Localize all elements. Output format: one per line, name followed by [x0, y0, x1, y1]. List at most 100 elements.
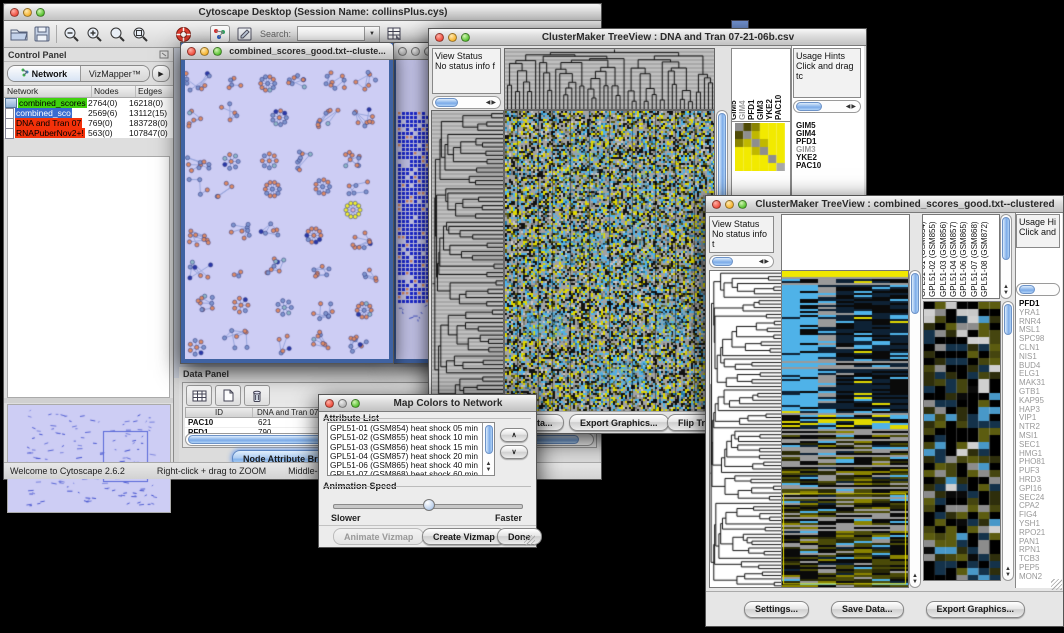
- dialog-titlebar[interactable]: Map Colors to Network: [319, 395, 536, 412]
- tab-network[interactable]: Network: [8, 66, 81, 81]
- close-button[interactable]: [712, 200, 721, 209]
- network-table-row[interactable]: DNA and Tran 07 769(0) 183728(0): [4, 118, 173, 128]
- search-dropdown-button[interactable]: ▼: [365, 26, 380, 43]
- tv1-export-graphics-button[interactable]: Export Graphics...: [569, 414, 669, 431]
- minimize-button[interactable]: [448, 33, 457, 42]
- minimize-button[interactable]: [725, 200, 734, 209]
- zoom-fit-icon[interactable]: [109, 26, 126, 43]
- delete-attribute-icon[interactable]: [244, 385, 270, 406]
- tv2-heatmap-canvas[interactable]: [781, 270, 909, 588]
- tv2-export-graphics-button[interactable]: Export Graphics...: [926, 601, 1026, 618]
- main-titlebar[interactable]: Cytoscape Desktop (Session Name: collins…: [4, 4, 601, 21]
- faster-label: Faster: [495, 513, 522, 523]
- window-controls: [4, 8, 45, 17]
- tv2-status-scrollbar[interactable]: ◀▶: [709, 255, 774, 268]
- col-nodes[interactable]: Nodes: [92, 86, 136, 97]
- zoom-selected-icon[interactable]: [132, 26, 149, 43]
- network-tree-area[interactable]: [7, 156, 170, 398]
- tv2-col-label[interactable]: GPL51-07 (GSM868): [970, 221, 979, 297]
- save-icon[interactable]: [34, 26, 50, 42]
- dialog-resize-grip[interactable]: [524, 535, 535, 546]
- tv1-col-label[interactable]: GIM4: [738, 100, 747, 120]
- tv1-column-dendrogram[interactable]: [504, 48, 715, 110]
- close-button[interactable]: [10, 8, 19, 17]
- tv2-save-data-button[interactable]: Save Data...: [831, 601, 904, 618]
- tv1-col-label[interactable]: PAC10: [774, 95, 783, 120]
- animate-vizmap-button[interactable]: Animate Vizmap: [333, 528, 424, 545]
- tv2-row-dendrogram[interactable]: [709, 270, 782, 588]
- tv2-heatmap-vscrollbar[interactable]: ▲▼: [909, 270, 921, 588]
- tv1-col-label[interactable]: YKE2: [765, 99, 774, 120]
- slider-thumb[interactable]: [423, 499, 435, 511]
- tv2-usage-scrollbar[interactable]: [1016, 283, 1060, 296]
- tv2-col-label[interactable]: GPL51-08 (GSM872): [980, 221, 989, 297]
- resize-grip[interactable]: [1051, 579, 1062, 590]
- open-icon[interactable]: [10, 26, 28, 42]
- minimize-button[interactable]: [200, 47, 209, 56]
- tv1-usage-scrollbar[interactable]: ◀▶: [793, 100, 861, 113]
- tv2-settings-button[interactable]: Settings...: [744, 601, 809, 618]
- close-button[interactable]: [435, 33, 444, 42]
- tv2-view-status: View StatusNo status info t: [709, 216, 774, 253]
- network-table-row[interactable]: combined_sco 2569(6) 13112(15): [4, 108, 173, 118]
- tv1-col-label[interactable]: GIM3: [756, 100, 765, 120]
- animation-speed-slider[interactable]: [333, 499, 521, 511]
- treeview1-titlebar[interactable]: ClusterMaker TreeView : DNA and Tran 07-…: [429, 29, 866, 46]
- col-edges[interactable]: Edges: [136, 86, 173, 97]
- tv2-zoom-heatmap-canvas[interactable]: [923, 301, 1001, 581]
- annotation-icon[interactable]: [236, 26, 254, 42]
- tv1-heatmap-canvas[interactable]: [504, 110, 715, 413]
- tv2-col-label[interactable]: GPL51-04 (GSM857): [949, 221, 958, 297]
- minimize-button[interactable]: [23, 8, 32, 17]
- zoom-button[interactable]: [36, 8, 45, 17]
- search-input[interactable]: [297, 26, 365, 41]
- zoom-in-icon[interactable]: [86, 26, 103, 43]
- gene-label[interactable]: MON2: [1019, 573, 1045, 582]
- help-lifering-icon[interactable]: [175, 26, 192, 43]
- close-button[interactable]: [325, 399, 334, 408]
- network-table-row[interactable]: RNAPuberNov2+! 563(0) 107847(0): [4, 128, 173, 138]
- zoom-button[interactable]: [213, 47, 222, 56]
- tv1-row-label[interactable]: PAC10: [796, 162, 821, 170]
- col-network[interactable]: Network: [4, 86, 92, 97]
- attribute-table-icon[interactable]: [386, 26, 403, 42]
- zoom-button[interactable]: [738, 200, 747, 209]
- attribute-list-item[interactable]: GPL51-07 (GSM868) heat shock 60 min: [330, 470, 481, 476]
- network-overview-canvas[interactable]: [7, 404, 171, 513]
- table-mode-icon[interactable]: [186, 385, 212, 406]
- tv1-col-label[interactable]: GIM5: [731, 100, 738, 120]
- tv2-col-label[interactable]: GPL51-06 (GSM865): [959, 221, 968, 297]
- tab-overflow-arrow[interactable]: ▶: [152, 65, 170, 82]
- network-view-icon[interactable]: [210, 25, 230, 43]
- tv2-gene-vscrollbar[interactable]: ▲▼: [1002, 301, 1014, 581]
- float-panel-icon[interactable]: [159, 46, 169, 64]
- treeview2-titlebar[interactable]: ClusterMaker TreeView : combined_scores_…: [706, 196, 1063, 213]
- move-down-button[interactable]: ∨: [500, 445, 528, 459]
- network-window-1-titlebar[interactable]: combined_scores_good.txt--cluste...: [181, 43, 393, 60]
- attribute-list-vscrollbar[interactable]: ▲▼: [482, 423, 494, 475]
- network-graph-canvas[interactable]: [185, 60, 389, 359]
- tv1-view-status: View StatusNo status info f: [432, 48, 501, 94]
- tv2-col-label[interactable]: GPL51-03 (GSM856): [939, 221, 948, 297]
- tv1-yellow-matrix-canvas[interactable]: [735, 123, 785, 171]
- tab-vizmapper[interactable]: VizMapper™: [81, 66, 149, 81]
- network-table-row[interactable]: combined_scores 2764(0) 16218(0): [4, 98, 173, 108]
- data-col-id[interactable]: ID: [186, 408, 253, 417]
- close-button[interactable]: [398, 47, 407, 56]
- zoom-button[interactable]: [351, 399, 360, 408]
- new-attribute-icon[interactable]: [215, 385, 241, 406]
- tv2-col-labels-vscrollbar[interactable]: ▲▼: [1000, 214, 1012, 299]
- create-vizmap-button[interactable]: Create Vizmap: [422, 528, 506, 545]
- tv2-col-label[interactable]: GPL51-02 (GSM855): [928, 221, 937, 297]
- close-button[interactable]: [187, 47, 196, 56]
- tv1-col-label[interactable]: PFD1: [747, 100, 756, 120]
- minimize-button[interactable]: [338, 399, 347, 408]
- tv1-row-dendrogram[interactable]: [431, 110, 504, 413]
- move-up-button[interactable]: ∧: [500, 428, 528, 442]
- tv1-status-scrollbar[interactable]: ◀▶: [432, 96, 501, 109]
- panel-splitter[interactable]: [4, 398, 173, 403]
- minimize-button[interactable]: [411, 47, 420, 56]
- tv2-col-label[interactable]: GPL51-01 (GSM854): [922, 221, 927, 297]
- zoom-button[interactable]: [461, 33, 470, 42]
- zoom-out-icon[interactable]: [63, 26, 80, 43]
